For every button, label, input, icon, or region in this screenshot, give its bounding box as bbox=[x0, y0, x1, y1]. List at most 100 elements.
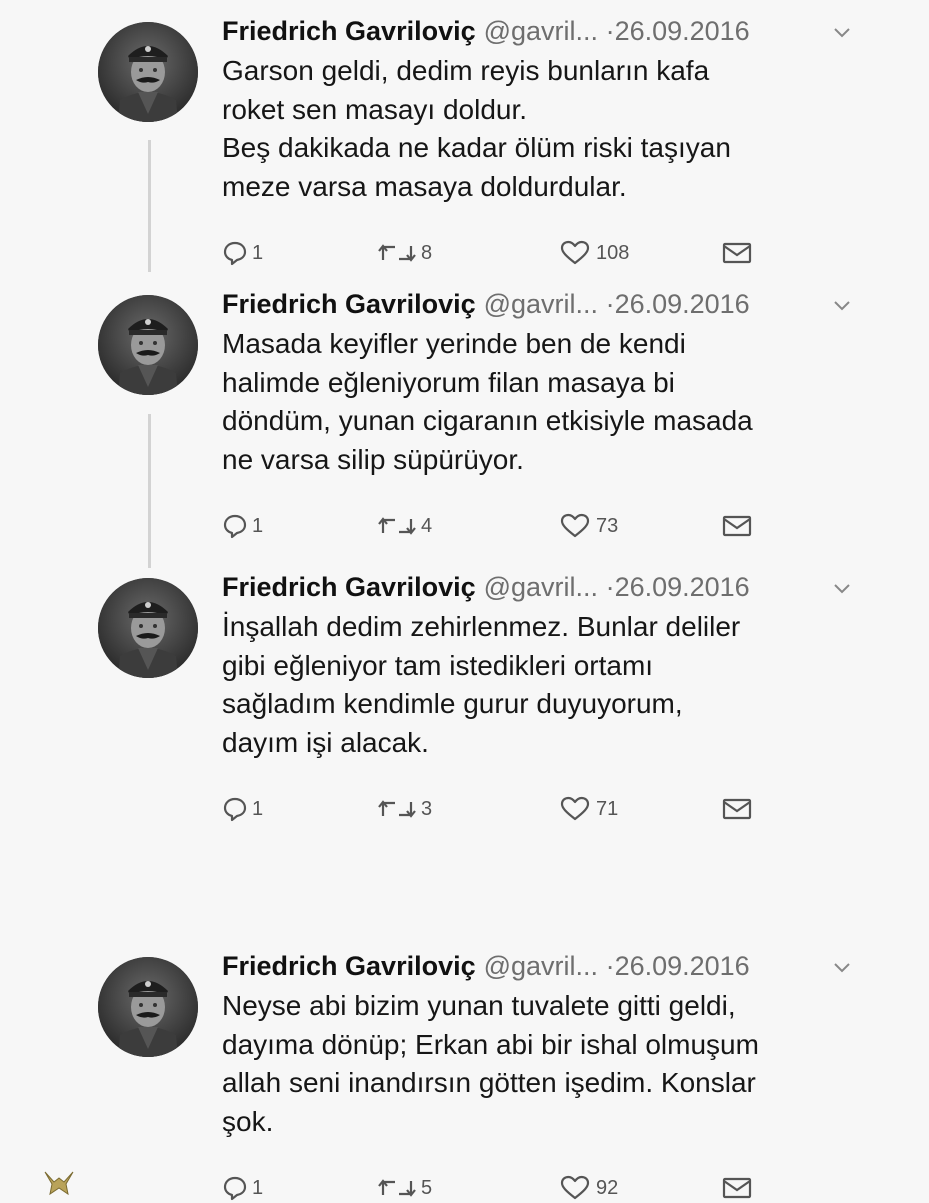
reply-button[interactable]: 1 bbox=[222, 1173, 263, 1203]
reply-button[interactable]: 1 bbox=[222, 794, 263, 824]
tweet-text-line: sağladım kendimle gurur duyuyorum, bbox=[222, 688, 683, 719]
tweet-header: Friedrich Gavriloviç @gavril... ·26.09.20… bbox=[222, 949, 862, 983]
heart-icon bbox=[560, 513, 590, 539]
author-handle[interactable]: @gavril... bbox=[484, 289, 598, 319]
tweet-text-line: Neyse abi bizim yunan tuvalete gitti gel… bbox=[222, 990, 736, 1021]
reply-icon bbox=[222, 796, 248, 822]
direct-message-button[interactable] bbox=[722, 238, 752, 268]
retweet-count: 8 bbox=[421, 241, 433, 264]
like-count: 73 bbox=[596, 514, 619, 537]
reply-count: 1 bbox=[252, 1176, 264, 1199]
tweet-text-line: allah seni inandırsın götten işedim. Kon… bbox=[222, 1067, 756, 1098]
author-name[interactable]: Friedrich Gavriloviç bbox=[222, 572, 476, 602]
tweet-actions: 1 5 92 bbox=[222, 1173, 762, 1203]
tweet-text-line: şok. bbox=[222, 1105, 274, 1137]
chevron-down-icon[interactable] bbox=[833, 26, 851, 40]
retweet-button[interactable]: 5 bbox=[377, 1173, 432, 1203]
tweet-text-line: dayım işi alacak. bbox=[222, 726, 429, 758]
tweet[interactable]: Friedrich Gavriloviç @gavril... ·26.09.20… bbox=[0, 945, 929, 1201]
tweet[interactable]: Friedrich Gavriloviç @gavril... ·26.09.20… bbox=[0, 10, 929, 266]
chevron-down-icon[interactable] bbox=[833, 582, 851, 596]
author-handle[interactable]: @gavril... bbox=[484, 951, 598, 981]
heart-icon bbox=[560, 796, 590, 822]
retweet-button[interactable]: 3 bbox=[377, 794, 432, 824]
reply-button[interactable]: 1 bbox=[222, 238, 263, 268]
tweet-date[interactable]: 26.09.2016 bbox=[615, 16, 750, 46]
chevron-down-icon[interactable] bbox=[833, 299, 851, 313]
tweet-text-line: gibi eğleniyor tam istedikleri ortamı bbox=[222, 649, 654, 681]
reply-icon bbox=[222, 513, 248, 539]
avatar[interactable] bbox=[98, 578, 198, 678]
like-button[interactable]: 108 bbox=[560, 238, 629, 268]
author-name[interactable]: Friedrich Gavriloviç bbox=[222, 951, 476, 981]
reply-count: 1 bbox=[252, 514, 264, 537]
tweet-date[interactable]: 26.09.2016 bbox=[615, 951, 750, 981]
heart-icon bbox=[560, 240, 590, 266]
tweet-text-line: İnşallah dedim zehirlenmez. Bunlar delil… bbox=[222, 611, 741, 642]
reply-icon bbox=[222, 1175, 248, 1201]
tweet-header: Friedrich Gavriloviç @gavril... ·26.09.20… bbox=[222, 287, 862, 321]
like-count: 71 bbox=[596, 797, 619, 820]
separator-dot: · bbox=[605, 572, 615, 602]
envelope-icon bbox=[722, 797, 752, 821]
chevron-down-icon[interactable] bbox=[833, 961, 851, 975]
author-handle[interactable]: @gavril... bbox=[484, 572, 598, 602]
tweet-text-line: Beş dakikada ne kadar ölüm riski taşıyan bbox=[222, 132, 731, 163]
tweet[interactable]: Friedrich Gavriloviç @gavril... ·26.09.20… bbox=[0, 566, 929, 822]
tweet-text-line: ne varsa silip süpürüyor. bbox=[222, 443, 524, 475]
separator-dot: · bbox=[605, 289, 615, 319]
envelope-icon bbox=[722, 514, 752, 538]
retweet-count: 3 bbox=[421, 797, 433, 820]
retweet-button[interactable]: 4 bbox=[377, 511, 432, 541]
reply-button[interactable]: 1 bbox=[222, 511, 263, 541]
tweet-text: Garson geldi, dedim reyis bunların kafa r… bbox=[222, 52, 862, 206]
tweet-actions: 1 8 108 bbox=[222, 238, 762, 268]
tweet-actions: 1 4 73 bbox=[222, 511, 762, 541]
tweet-header: Friedrich Gavriloviç @gavril... ·26.09.20… bbox=[222, 14, 862, 48]
reply-count: 1 bbox=[252, 797, 264, 820]
tweet-header: Friedrich Gavriloviç @gavril... ·26.09.20… bbox=[222, 570, 862, 604]
like-count: 92 bbox=[596, 1176, 619, 1199]
like-button[interactable]: 71 bbox=[560, 794, 618, 824]
like-button[interactable]: 73 bbox=[560, 511, 618, 541]
watermark-logo-icon bbox=[44, 1171, 74, 1196]
like-button[interactable]: 92 bbox=[560, 1173, 618, 1203]
tweet-text-line: Masada keyifler yerinde ben de kendi bbox=[222, 328, 686, 359]
tweet-text-line: döndüm, yunan cigaranın etkisiyle masada bbox=[222, 405, 753, 436]
direct-message-button[interactable] bbox=[722, 511, 752, 541]
direct-message-button[interactable] bbox=[722, 794, 752, 824]
separator-dot: · bbox=[605, 16, 615, 46]
reply-icon bbox=[222, 240, 248, 266]
tweet-text: İnşallah dedim zehirlenmez. Bunlar delil… bbox=[222, 608, 862, 762]
tweet-text-line: dayıma dönüp; Erkan abi bir ishal olmuşu… bbox=[222, 1028, 759, 1060]
like-count: 108 bbox=[596, 241, 630, 264]
tweet-text-line: halimde eğleniyorum filan masaya bi bbox=[222, 366, 675, 398]
tweet-date[interactable]: 26.09.2016 bbox=[615, 572, 750, 602]
heart-icon bbox=[560, 1175, 590, 1201]
retweet-icon bbox=[377, 513, 417, 539]
separator-dot: · bbox=[605, 951, 615, 981]
tweet[interactable]: Friedrich Gavriloviç @gavril... ·26.09.20… bbox=[0, 283, 929, 539]
tweet-actions: 1 3 71 bbox=[222, 794, 762, 824]
envelope-icon bbox=[722, 241, 752, 265]
author-name[interactable]: Friedrich Gavriloviç bbox=[222, 16, 476, 46]
author-name[interactable]: Friedrich Gavriloviç bbox=[222, 289, 476, 319]
retweet-icon bbox=[377, 240, 417, 266]
author-handle[interactable]: @gavril... bbox=[484, 16, 598, 46]
avatar[interactable] bbox=[98, 22, 198, 122]
tweet-text-line: roket sen masayı doldur. bbox=[222, 93, 528, 125]
reply-count: 1 bbox=[252, 241, 264, 264]
tweet-text-line: Garson geldi, dedim reyis bunların kafa bbox=[222, 55, 710, 86]
avatar[interactable] bbox=[98, 957, 198, 1057]
retweet-icon bbox=[377, 1175, 417, 1201]
tweet-text: Masada keyifler yerinde ben de kendi hali… bbox=[222, 325, 862, 479]
retweet-count: 5 bbox=[421, 1176, 433, 1199]
retweet-button[interactable]: 8 bbox=[377, 238, 432, 268]
tweet-date[interactable]: 26.09.2016 bbox=[615, 289, 750, 319]
avatar[interactable] bbox=[98, 295, 198, 395]
tweet-text-line: meze varsa masaya doldurdular. bbox=[222, 170, 627, 202]
retweet-count: 4 bbox=[421, 514, 433, 537]
direct-message-button[interactable] bbox=[722, 1173, 752, 1203]
retweet-icon bbox=[377, 796, 417, 822]
tweet-text: Neyse abi bizim yunan tuvalete gitti gel… bbox=[222, 987, 862, 1141]
